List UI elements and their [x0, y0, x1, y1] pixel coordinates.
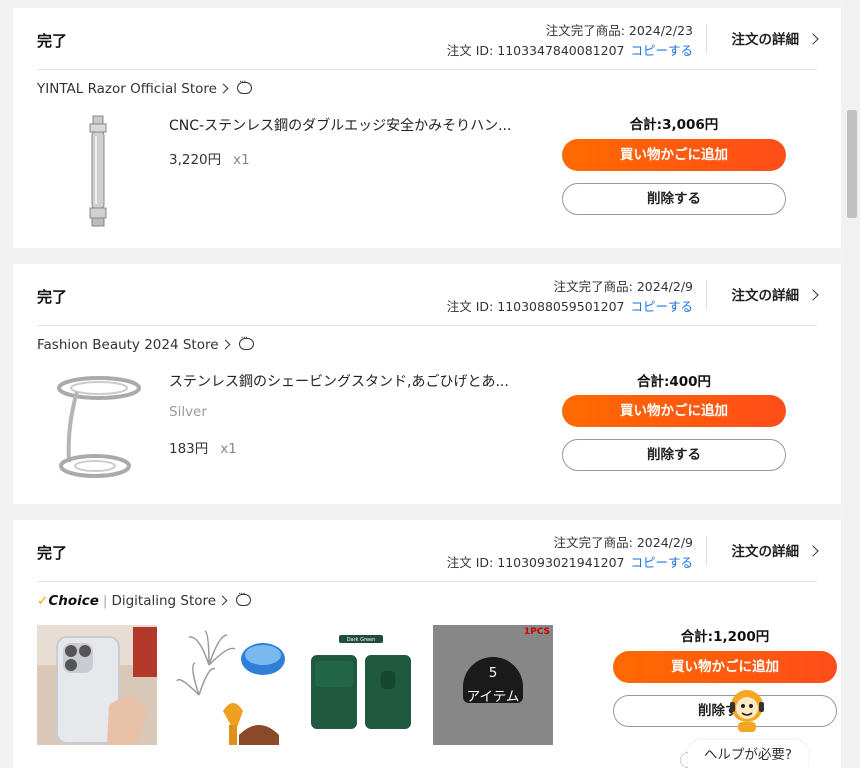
chevron-right-icon	[807, 289, 819, 301]
more-items-tile[interactable]: 1PCS 5 アイテム	[433, 625, 553, 745]
chat-icon[interactable]	[236, 589, 252, 606]
price-value: 3,220円	[169, 152, 222, 168]
order-completed-date: 注文完了商品: 2024/2/9	[553, 279, 693, 294]
order-meta: 注文完了商品: 2024/2/23 注文 ID: 110334784008120…	[447, 21, 693, 61]
product-title[interactable]: ステンレス鋼のシェービングスタンド,あごひげとあ...	[169, 371, 509, 391]
store-name: Digitaling Store	[111, 593, 217, 609]
order-header: 完了 注文完了商品: 2024/2/9 注文 ID: 1103088059501…	[37, 264, 819, 326]
quantity: x1	[220, 441, 237, 457]
shaving-stand-image[interactable]	[37, 366, 157, 486]
choice-label: Choice	[48, 593, 99, 609]
order-total: 合計:3,006円	[629, 117, 719, 133]
check-icon: ✓	[37, 593, 49, 609]
order-card: 完了 注文完了商品: 2024/2/23 注文 ID: 110334784008…	[13, 8, 841, 248]
order-meta: 注文完了商品: 2024/2/9 注文 ID: 1103088059501207…	[447, 277, 693, 317]
order-detail-link[interactable]: 注文の詳細	[731, 28, 819, 48]
add-to-cart-button[interactable]: 買い物かごに追加	[613, 651, 837, 683]
delete-button[interactable]: 削除する	[562, 439, 786, 471]
order-detail-label: 注文の詳細	[731, 288, 800, 304]
copy-order-id-button[interactable]: コピーする	[630, 555, 693, 570]
head-massager-image[interactable]	[169, 625, 289, 745]
order-meta: 注文完了商品: 2024/2/9 注文 ID: 1103093021941207…	[447, 533, 693, 573]
order-detail-link[interactable]: 注文の詳細	[731, 284, 819, 304]
divider	[706, 536, 707, 566]
copy-order-id-button[interactable]: コピーする	[630, 299, 693, 314]
delete-button[interactable]: 削除する	[613, 695, 837, 727]
page-scrollbar[interactable]	[843, 0, 860, 768]
order-total: 合計:1,200円	[680, 629, 770, 645]
order-detail-label: 注文の詳細	[731, 32, 800, 48]
more-items-label: アイテム	[466, 689, 520, 705]
divider	[706, 280, 707, 310]
product-title[interactable]: CNC-ステンレス鋼のダブルエッジ安全かみそりハン...	[169, 115, 511, 135]
choice-badge: ✓Choice	[37, 593, 99, 609]
store-link[interactable]: ✓Choice | Digitaling Store	[37, 589, 252, 609]
order-id: 注文 ID: 1103093021941207	[446, 555, 625, 570]
order-id: 注文 ID: 1103088059501207	[446, 299, 625, 314]
product-price: 3,220円 x1	[169, 148, 250, 168]
razor-image[interactable]	[37, 110, 157, 230]
chevron-right-icon	[218, 83, 229, 94]
add-to-cart-button[interactable]: 買い物かごに追加	[562, 139, 786, 171]
order-completed-date: 注文完了商品: 2024/2/9	[553, 535, 693, 550]
add-to-cart-button[interactable]: 買い物かごに追加	[562, 395, 786, 427]
chat-icon[interactable]	[236, 77, 252, 94]
order-status: 完了	[37, 544, 68, 562]
order-status: 完了	[37, 32, 68, 50]
store-link[interactable]: Fashion Beauty 2024 Store	[37, 333, 254, 353]
order-total: 合計:400円	[636, 374, 712, 390]
quantity: x1	[233, 152, 250, 168]
price-value: 183円	[169, 441, 209, 457]
help-widget[interactable]: ヘルプが必要?	[688, 740, 808, 768]
order-header: 完了 注文完了商品: 2024/2/9 注文 ID: 1103093021941…	[37, 520, 819, 582]
chevron-right-icon	[220, 339, 230, 350]
chevron-right-icon	[217, 595, 228, 606]
product-price: 183円 x1	[169, 437, 237, 457]
store-name: YINTAL Razor Official Store	[37, 81, 217, 97]
wallet-image[interactable]: Dark Green	[301, 625, 421, 745]
chat-icon[interactable]	[238, 333, 254, 350]
store-name: Fashion Beauty 2024 Store	[37, 337, 219, 353]
order-detail-label: 注文の詳細	[731, 544, 800, 560]
order-header: 完了 注文完了商品: 2024/2/23 注文 ID: 110334784008…	[37, 8, 819, 70]
wallet-tag: Dark Green	[347, 637, 376, 643]
order-id: 注文 ID: 1103347840081207	[446, 43, 625, 58]
product-variant: Silver	[169, 404, 207, 420]
order-card: 完了 注文完了商品: 2024/2/9 注文 ID: 1103088059501…	[13, 264, 841, 504]
scrollbar-thumb[interactable]	[847, 110, 857, 218]
order-completed-date: 注文完了商品: 2024/2/23	[545, 23, 693, 38]
order-status: 完了	[37, 288, 68, 306]
order-card: 完了 注文完了商品: 2024/2/9 注文 ID: 1103093021941…	[13, 520, 841, 768]
store-link[interactable]: YINTAL Razor Official Store	[37, 77, 252, 97]
separator: |	[102, 593, 108, 609]
chevron-right-icon	[807, 545, 819, 557]
chevron-right-icon	[807, 33, 819, 45]
more-items-count: 5	[488, 665, 498, 681]
mascot-icon[interactable]	[728, 688, 766, 734]
copy-order-id-button[interactable]: コピーする	[630, 43, 693, 58]
delete-button[interactable]: 削除する	[562, 183, 786, 215]
divider	[706, 24, 707, 54]
pcs-badge: 1PCS	[523, 627, 550, 637]
order-detail-link[interactable]: 注文の詳細	[731, 540, 819, 560]
phone-case-image[interactable]	[37, 625, 157, 745]
